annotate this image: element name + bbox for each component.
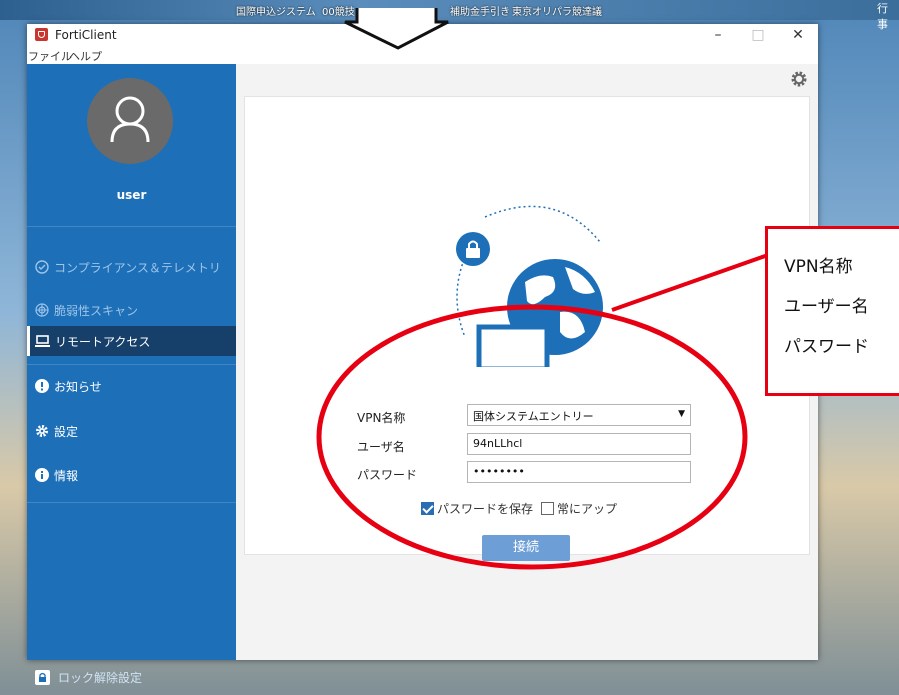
compliance-icon	[35, 260, 49, 274]
save-password-checkbox[interactable]	[421, 502, 434, 515]
password-input[interactable]: ••••••••	[467, 461, 691, 483]
sidebar-item-label: リモートアクセス	[55, 334, 151, 349]
desktop-taskbar-strip: 国際申込ジステム 00競技 補助金手引き 東京オリパラ競達議 行事	[0, 0, 899, 31]
menu-help[interactable]: ヘルプ	[69, 48, 102, 64]
forticlient-logo-icon	[35, 28, 48, 41]
username-input[interactable]: 94nLLhcl	[467, 433, 691, 455]
sidebar-item-notifications[interactable]: お知らせ	[27, 371, 236, 401]
main-content: VPN名称 国体システムエントリー ▼ ユーザ名 94nLLhcl パスワード …	[236, 64, 818, 660]
user-icon	[110, 96, 150, 143]
maximize-button[interactable]: □	[738, 24, 778, 46]
callout-line: ユーザー名	[784, 297, 869, 317]
sidebar-divider	[27, 364, 236, 365]
vpn-name-select[interactable]: 国体システムエントリー ▼	[467, 404, 691, 426]
forticlient-window: FortiClient – □ ✕ ファイル ヘルプ user コンプライアンス…	[27, 24, 818, 685]
desktop-shortcut-label[interactable]: 東京オリパラ競達議	[512, 3, 602, 18]
minimize-button[interactable]: –	[698, 24, 738, 46]
sidebar-item-label: 情報	[54, 468, 79, 483]
notice-icon	[35, 379, 49, 393]
desktop-shortcut-label[interactable]: 国際申込ジステム	[236, 3, 316, 18]
avatar[interactable]	[87, 78, 173, 164]
always-up-checkbox[interactable]	[541, 502, 555, 515]
callout-line: パスワード	[784, 337, 869, 357]
title-bar[interactable]: FortiClient – □ ✕	[27, 24, 818, 46]
menu-bar: ファイル ヘルプ	[27, 46, 818, 65]
laptop-icon	[35, 335, 50, 347]
annotation-callout: VPN名称 ユーザー名 パスワード	[765, 226, 899, 396]
sidebar-item-settings[interactable]: 設定	[27, 416, 236, 446]
sidebar-item-remote-access[interactable]: リモートアクセス	[27, 326, 236, 356]
unlock-settings-button[interactable]: ロック解除設定	[35, 669, 142, 686]
sidebar-item-label: コンプライアンス＆テレメトリ	[54, 260, 221, 275]
sidebar-item-label: 設定	[54, 424, 79, 439]
sidebar-item-info[interactable]: 情報	[27, 460, 236, 490]
lock-icon	[35, 670, 50, 685]
options-row: パスワードを保存 常にアップ	[421, 500, 617, 517]
desktop-right-label: 行事	[877, 2, 888, 31]
vpn-panel: VPN名称 国体システムエントリー ▼ ユーザ名 94nLLhcl パスワード …	[244, 96, 810, 561]
username-label: user	[116, 188, 147, 202]
desktop-shortcut-label[interactable]: 00競技	[322, 3, 355, 18]
gear-icon	[36, 425, 48, 437]
sidebar-item-label: 脆弱性スキャン	[54, 303, 139, 318]
scan-icon	[35, 303, 49, 317]
sidebar-item-label: お知らせ	[54, 379, 102, 394]
menu-file[interactable]: ファイル	[28, 48, 72, 64]
sidebar-divider	[27, 226, 236, 227]
vpn-name-label: VPN名称	[357, 411, 406, 425]
unlock-settings-label: ロック解除設定	[58, 671, 143, 685]
desktop-shortcut-label[interactable]: 補助金手引き	[450, 3, 510, 18]
settings-gear-icon[interactable]	[790, 70, 808, 88]
sidebar-item-compliance[interactable]: コンプライアンス＆テレメトリ	[27, 252, 236, 282]
dropdown-arrow-icon: ▼	[678, 409, 685, 419]
vpn-globe-illustration	[456, 205, 603, 367]
sidebar-item-vulnerability-scan[interactable]: 脆弱性スキャン	[27, 295, 236, 325]
sidebar: user コンプライアンス＆テレメトリ 脆弱性スキャン リモートアクセス お知ら…	[27, 64, 236, 685]
vpn-name-value: 国体システムエントリー	[473, 410, 594, 423]
info-icon	[35, 468, 49, 482]
connect-button[interactable]: 接続	[482, 535, 570, 561]
save-password-label[interactable]: パスワードを保存	[437, 500, 533, 517]
always-up-label[interactable]: 常にアップ	[557, 500, 617, 517]
close-button[interactable]: ✕	[778, 24, 818, 46]
username-label: ユーザ名	[357, 440, 405, 454]
window-title: FortiClient	[55, 28, 117, 42]
password-label: パスワード	[357, 468, 418, 482]
callout-line: VPN名称	[784, 257, 853, 277]
sidebar-divider	[27, 502, 236, 503]
